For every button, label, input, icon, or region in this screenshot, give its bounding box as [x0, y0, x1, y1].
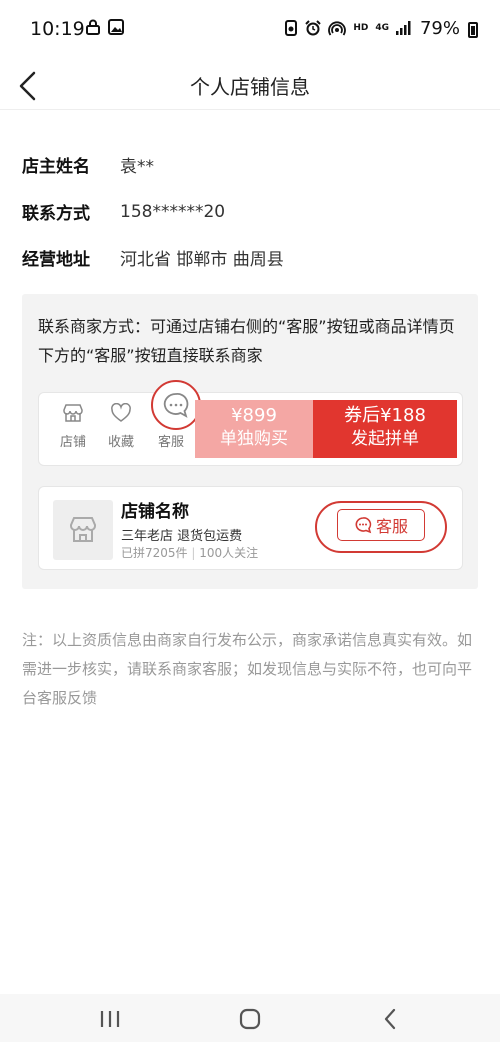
status-time: 10:19 [30, 18, 85, 40]
contact-label: 联系方式 [22, 204, 90, 224]
status-icons-left [86, 19, 124, 35]
page-title: 个人店铺信息 [190, 75, 310, 99]
battery-percent: 79% [419, 18, 460, 39]
recent-apps-button[interactable] [90, 1004, 130, 1034]
product-action-bar-illustration: 店铺 收藏 客服 ¥899 单独购买 券后¥188 发起拼单 [38, 380, 463, 466]
shop-sold-count: 已拼7205件 [121, 546, 188, 560]
group-buy-label: 发起拼单 [351, 429, 419, 449]
shop-name: 店铺名称 [121, 502, 189, 522]
store-icon [70, 517, 96, 542]
hd-label: HD [353, 23, 369, 33]
contact-row: 联系方式 158******20 [22, 199, 226, 225]
contact-value: 158******20 [120, 201, 226, 222]
contact-guide-text: 联系商家方式：可通过店铺右侧的“客服”按钮或商品详情页下方的“客服”按钮直接联系… [38, 317, 455, 365]
chat-icon [355, 517, 372, 534]
back-chevron-icon [384, 1008, 396, 1030]
owner-label: 店主姓名 [22, 157, 90, 177]
status-icons-right: HD 4G [284, 20, 412, 36]
buy-alone-price: ¥899 [231, 405, 277, 426]
home-icon [239, 1008, 261, 1030]
service-highlight-circle [151, 380, 201, 430]
shop-tags: 三年老店 退货包运费 [121, 529, 243, 544]
header: 个人店铺信息 [0, 62, 500, 110]
service-tab: 客服 [153, 427, 189, 450]
shop-service-label: 客服 [375, 517, 408, 536]
address-value: 河北省 邯郸市 曲周县 [120, 250, 284, 270]
owner-value: 袁** [120, 157, 154, 177]
status-bar: 10:19 HD 4G 79% [0, 0, 500, 62]
chat-bubble-icon [163, 393, 189, 418]
shop-tab-label: 店铺 [59, 435, 86, 450]
group-buy-price: 券后¥188 [344, 405, 426, 426]
system-nav-bar [0, 994, 500, 1042]
shop-service-button: 客服 [337, 509, 425, 541]
battery-icon [468, 22, 478, 38]
shop-followers: 100人关注 [199, 546, 259, 560]
alarm-icon [305, 20, 322, 36]
hotspot-icon [328, 21, 347, 36]
shop-icon [63, 404, 83, 422]
favorite-tab-label: 收藏 [107, 435, 134, 450]
image-icon [108, 19, 124, 35]
disclaimer-note: 注：以上资质信息由商家自行发布公示，商家承诺信息真实有效。如需进一步核实，请联系… [22, 631, 473, 707]
shop-stats: 已拼7205件 | 100人关注 [121, 546, 259, 560]
address-row: 经营地址 河北省 邯郸市 曲周县 [22, 245, 284, 270]
owner-row: 店主姓名 袁** [22, 152, 154, 177]
home-button[interactable] [230, 1004, 270, 1034]
group-buy-button: 券后¥188 发起拼单 [313, 400, 457, 458]
shop-avatar [53, 500, 113, 560]
contact-guide-box: 联系商家方式：可通过店铺右侧的“客服”按钮或商品详情页下方的“客服”按钮直接联系… [22, 294, 478, 589]
address-label: 经营地址 [22, 250, 90, 270]
back-button[interactable] [370, 1004, 410, 1034]
shop-tab: 店铺 [55, 403, 91, 450]
network-type-label: 4G [375, 23, 389, 33]
shop-card-illustration: 店铺名称 三年老店 退货包运费 已拼7205件 | 100人关注 客服 [38, 486, 463, 570]
recycle-icon [285, 20, 298, 36]
signal-icon [396, 21, 411, 35]
heart-icon [111, 402, 131, 422]
service-tab-label: 客服 [157, 435, 184, 450]
recent-apps-icon [100, 1011, 120, 1027]
buy-alone-button: ¥899 单独购买 [195, 400, 313, 458]
buy-alone-label: 单独购买 [220, 429, 288, 449]
lock-icon [86, 19, 100, 35]
favorite-tab: 收藏 [103, 402, 139, 450]
